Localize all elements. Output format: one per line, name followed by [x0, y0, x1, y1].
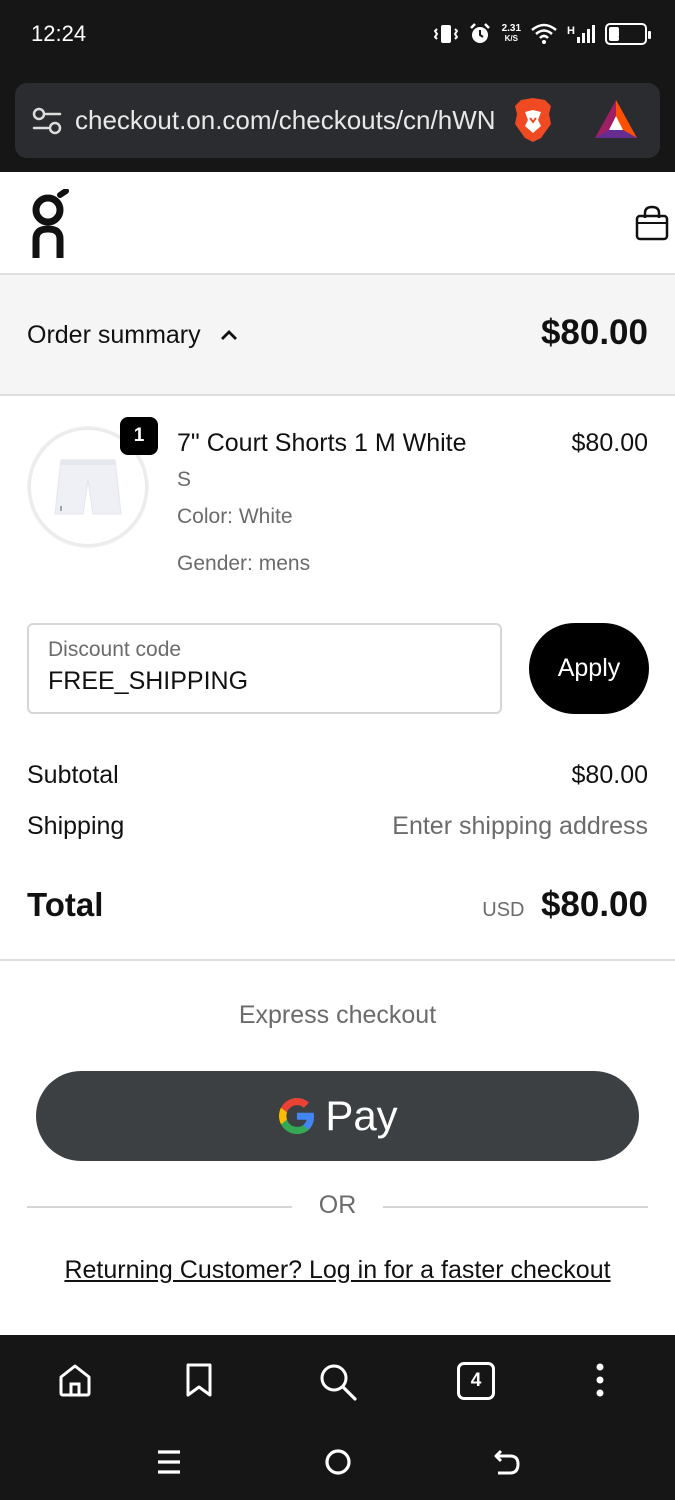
total-row: Total USD $80.00 [27, 885, 648, 925]
checkout-page: Order summary $80.00 1 7" Court Shorts 1… [0, 172, 675, 1335]
battery-level: 38 [618, 26, 634, 42]
status-bar: 12:24 2.31 K/S H 38 [0, 0, 675, 72]
discount-code-value[interactable]: FREE_SHIPPING [48, 667, 248, 696]
recent-apps-icon[interactable] [155, 1448, 183, 1476]
subtotal-label: Subtotal [27, 761, 119, 789]
line-item: 1 7" Court Shorts 1 M White $80.00 S Col… [0, 396, 675, 621]
subtotal-row: Subtotal $80.00 [27, 761, 648, 790]
product-color: Color: White [177, 505, 293, 528]
brave-rewards-icon[interactable] [593, 98, 639, 142]
tab-switcher-button[interactable]: 4 [457, 1362, 495, 1400]
status-icons: 2.31 K/S H 38 [433, 18, 651, 50]
site-settings-icon[interactable] [32, 107, 62, 135]
address-bar[interactable]: checkout.on.com/checkouts/cn/hWN [15, 83, 660, 158]
total-value: $80.00 [540, 885, 648, 924]
subtotal-value: $80.00 [571, 761, 648, 789]
network-speed-unit: K/S [504, 34, 518, 43]
or-divider: OR [27, 1191, 648, 1221]
browser-toolbar: checkout.on.com/checkouts/cn/hWN [0, 72, 675, 172]
discount-code-field[interactable]: Discount code FREE_SHIPPING [27, 623, 502, 714]
express-checkout-section: Express checkout Pay OR Returning Custom… [0, 961, 675, 1331]
battery-indicator: 38 [605, 23, 651, 45]
order-summary-toggle[interactable]: Order summary $80.00 [0, 275, 675, 396]
google-pay-label: Pay [325, 1092, 398, 1139]
clock: 12:24 [31, 21, 87, 46]
back-icon[interactable] [492, 1447, 522, 1477]
google-pay-button[interactable]: Pay [36, 1071, 639, 1161]
shorts-image-icon [54, 459, 122, 515]
wifi-icon [531, 23, 557, 44]
alarm-icon [469, 23, 490, 43]
home-icon[interactable] [57, 1362, 93, 1398]
brave-shields-icon[interactable] [511, 96, 555, 144]
url-text[interactable]: checkout.on.com/checkouts/cn/hWN [75, 105, 505, 136]
shipping-row: Shipping Enter shipping address [27, 812, 648, 841]
cellular-signal-icon: H [567, 25, 595, 43]
currency-code: USD [482, 899, 525, 921]
network-type-label: H [567, 25, 575, 37]
bottom-navigation: 4 [0, 1335, 675, 1500]
site-header [0, 172, 675, 275]
on-logo-icon[interactable] [30, 189, 70, 261]
totals-section: Subtotal $80.00 Shipping Enter shipping … [0, 741, 675, 961]
total-amount-group: USD $80.00 [482, 885, 648, 925]
more-menu-icon[interactable] [591, 1362, 609, 1398]
express-checkout-title: Express checkout [238, 1001, 437, 1029]
returning-customer-login-link[interactable]: Returning Customer? Log in for a faster … [0, 1256, 675, 1285]
order-summary-label: Order summary [27, 321, 201, 349]
shipping-value: Enter shipping address [392, 812, 648, 840]
home-button-icon[interactable] [323, 1447, 353, 1477]
quantity-badge: 1 [120, 417, 158, 455]
apply-discount-button[interactable]: Apply [529, 623, 649, 714]
google-g-icon [279, 1098, 315, 1134]
total-label: Total [27, 886, 104, 923]
search-icon[interactable] [318, 1362, 358, 1402]
bookmark-icon[interactable] [185, 1362, 213, 1398]
product-name: 7" Court Shorts 1 M White [177, 429, 467, 457]
network-speed-value: 2.31 [501, 23, 522, 34]
product-gender: Gender: mens [177, 552, 311, 575]
divider-line-right [383, 1206, 648, 1208]
product-price: $80.00 [571, 429, 648, 457]
discount-section: Discount code FREE_SHIPPING Apply [0, 621, 675, 741]
shopping-bag-icon[interactable] [635, 205, 669, 241]
order-summary-total: $80.00 [540, 313, 648, 352]
chevron-up-icon [221, 330, 237, 340]
vibrate-icon [433, 25, 458, 43]
network-speed: 2.31 K/S [502, 24, 521, 44]
product-size: S [177, 468, 192, 491]
discount-code-label: Discount code [48, 638, 182, 661]
shipping-label: Shipping [27, 812, 125, 840]
